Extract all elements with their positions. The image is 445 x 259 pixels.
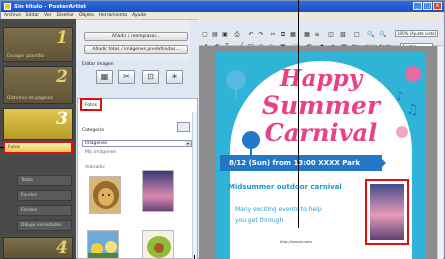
poster-title-line3[interactable]: Carnival	[216, 118, 426, 147]
align-icon[interactable]: ≡	[313, 31, 321, 39]
lion-image	[90, 177, 120, 213]
app-icon	[4, 3, 11, 10]
layers-icon[interactable]: ◫	[327, 31, 335, 39]
step-2[interactable]: 2 Distintos de páginas	[3, 66, 73, 104]
redo-icon[interactable]: ↷	[257, 31, 265, 39]
menu-edit[interactable]: Editar	[26, 13, 39, 18]
banner-tail	[378, 155, 386, 171]
chevron-down-icon: ▾	[185, 141, 191, 146]
title-bar: Sin título - PosterArtist _ □ ×	[1, 1, 444, 12]
menu-object[interactable]: Objeto	[79, 13, 94, 18]
zoom-out-icon[interactable]: 🔍	[367, 31, 375, 39]
thumbnail-avocado[interactable]	[142, 230, 174, 259]
poster-url[interactable]: http://xxxxxx.com	[280, 240, 312, 244]
step-4[interactable]: 4	[3, 237, 73, 259]
thumbnail-flowers[interactable]	[87, 230, 119, 259]
menu-view[interactable]: Ver	[44, 13, 51, 18]
grid-icon[interactable]: ▦	[303, 31, 311, 39]
step-1-label: Escoger plantilla	[7, 54, 45, 59]
undo-icon[interactable]: ↶	[247, 31, 255, 39]
sidebar-item-fondos-2[interactable]: Fondos	[17, 205, 72, 216]
sidebar-item-fondos[interactable]: Fondos	[17, 190, 72, 201]
thumbnail-lion[interactable]	[89, 176, 121, 214]
frame-icon[interactable]: ⊡	[142, 70, 159, 84]
my-images-label: Mis imágenes	[85, 150, 116, 155]
callout-line	[0, 147, 4, 148]
paste-icon[interactable]: ▦	[289, 31, 297, 39]
print-icon[interactable]: ⎙	[233, 31, 241, 39]
flowers-image	[88, 231, 118, 258]
sidebar-item-fotos[interactable]: Fotos	[3, 141, 73, 154]
zoom-value: 100% (Ajuste vista)	[397, 31, 437, 36]
gallery-scrollbar[interactable]	[192, 112, 197, 259]
edit-image-icon[interactable]: ▦	[96, 70, 113, 84]
menu-help[interactable]: Ayuda	[132, 13, 146, 18]
border-icon[interactable]: □	[353, 31, 361, 39]
fill-icon[interactable]: ▧	[339, 31, 347, 39]
tab-arrow-icon: ▸	[85, 108, 88, 113]
sidebar-item-label: Fondos	[21, 208, 37, 213]
category-dropdown[interactable]: Imágenes ▾	[82, 140, 192, 147]
step-1[interactable]: 1 Escoger plantilla	[3, 27, 73, 62]
tab-fotos[interactable]: Fotos ▸	[80, 98, 102, 113]
add-photos-button[interactable]: Añadir fotos / imágenes predefinidas...	[84, 45, 188, 54]
photo-placeholder[interactable]	[365, 179, 409, 245]
step-2-label: Distintos de páginas	[7, 96, 53, 101]
sidebar-item-texto[interactable]: Texto	[17, 175, 72, 186]
poster-subtitle[interactable]: Midsummer outdoor carnival	[228, 183, 342, 191]
cut-icon[interactable]: ✂	[269, 31, 277, 39]
step-1-number: 1	[56, 28, 68, 48]
sidebar-item-label: Dibujo variedades	[21, 223, 62, 228]
sidebar-item-label: Fotos	[8, 145, 21, 150]
thumbnail-sunset[interactable]	[142, 170, 174, 212]
brightness-icon[interactable]: ☀	[166, 70, 183, 84]
category-label: Categoría	[82, 128, 104, 133]
sunset-photo	[368, 182, 406, 242]
menu-file[interactable]: Archivo	[4, 13, 21, 18]
save-icon[interactable]: ▣	[221, 31, 229, 39]
zoom-select[interactable]: 100% (Ajuste vista)	[395, 30, 438, 37]
window-controls: _ □ ×	[413, 2, 442, 10]
sidebar-item-dibujo[interactable]: Dibujo variedades	[17, 220, 72, 231]
section-label: Adorado:	[85, 165, 106, 170]
avocado-image	[143, 231, 173, 258]
new-icon[interactable]: ▢	[201, 31, 209, 39]
edit-image-label: Editar imagen	[82, 62, 114, 67]
sunset-image	[143, 171, 173, 211]
canvas-scrollbar[interactable]	[437, 46, 443, 259]
step-3[interactable]: 3	[3, 108, 73, 140]
poster-date-banner[interactable]: 8/12 (Sun) from 13:00 XXXX Park	[220, 155, 382, 171]
step-2-number: 2	[56, 67, 68, 87]
maximize-button[interactable]: □	[423, 2, 432, 10]
poster-text-2[interactable]: you get through	[235, 217, 283, 224]
zoom-in-icon[interactable]: 🔍	[379, 31, 387, 39]
category-value: Imágenes	[85, 141, 108, 146]
poster-title-line1[interactable]: Happy	[216, 65, 426, 92]
minimize-button[interactable]: _	[413, 2, 422, 10]
menu-design[interactable]: Diseñar	[57, 13, 74, 18]
view-toggle-icon[interactable]	[177, 122, 190, 132]
close-button[interactable]: ×	[433, 2, 442, 10]
sidebar-item-label: Fondos	[21, 193, 37, 198]
copy-icon[interactable]: ⧉	[279, 31, 287, 39]
menu-tools[interactable]: Herramienta	[99, 13, 127, 18]
poster-title-line2[interactable]: Summer	[216, 91, 426, 120]
add-replace-button[interactable]: Añadir / reemplazar...	[84, 32, 188, 41]
poster-text-1[interactable]: Many exciting events to help	[235, 206, 322, 213]
callout-line	[298, 0, 299, 228]
step-4-number: 4	[56, 238, 68, 258]
callout-line	[194, 255, 195, 259]
window-title: Sin título - PosterArtist	[14, 3, 87, 10]
step-3-number: 3	[56, 109, 68, 129]
open-icon[interactable]: ▤	[211, 31, 219, 39]
crop-icon[interactable]: ✂	[118, 70, 135, 84]
sidebar-item-label: Texto	[21, 178, 33, 183]
